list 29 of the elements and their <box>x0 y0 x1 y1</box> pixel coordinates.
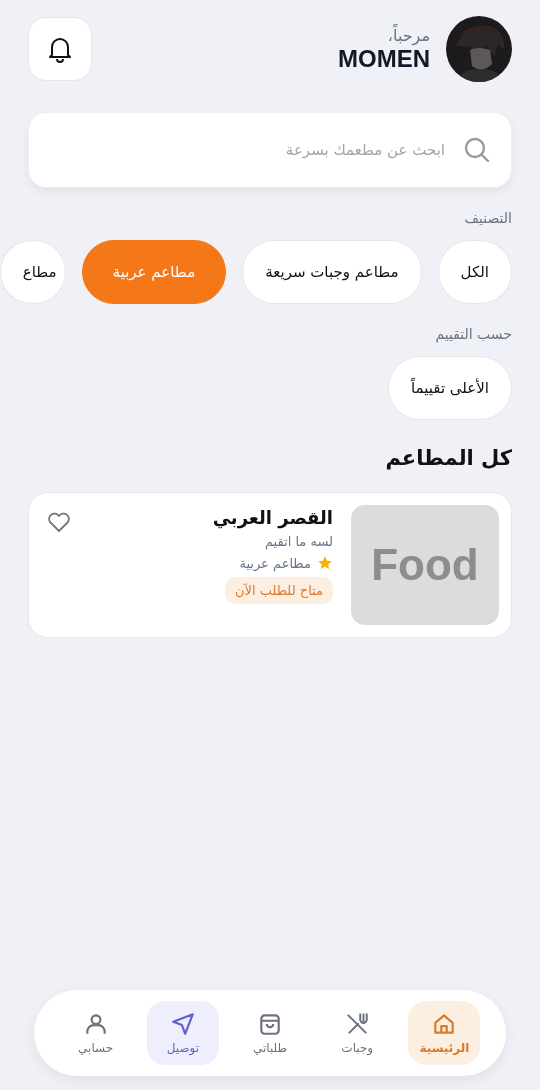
section-label: حسب التقييم <box>434 326 512 342</box>
category-chip[interactable]: مطاعم عربية <box>81 240 227 304</box>
image-placeholder: Food <box>351 505 499 625</box>
nav-item[interactable]: وجبات <box>321 1001 394 1065</box>
navigation-arrow-icon <box>169 1011 196 1037</box>
greeting-text: مرحباً، <box>387 25 430 45</box>
fork-knife-icon <box>344 1011 371 1037</box>
search-icon <box>463 136 491 164</box>
heart-icon[interactable] <box>47 511 71 533</box>
search-field[interactable]: ابحث عن مطعمك بسرعة <box>49 112 447 188</box>
availability-badge: متاح للطلب الآن <box>224 577 333 604</box>
nav-item[interactable]: طلباتي <box>234 1001 307 1065</box>
rating-chip[interactable]: الأعلى تقييماً <box>388 356 512 420</box>
search-bar[interactable]: ابحث عن مطعمك بسرعة <box>28 112 512 188</box>
nav-item[interactable]: توصيل <box>146 1001 219 1065</box>
category-chip[interactable]: الكل <box>437 240 512 304</box>
bell-icon <box>47 35 73 63</box>
section-label: التصنيف <box>463 210 512 226</box>
section-title: كل المطاعم <box>384 446 512 470</box>
category-chip[interactable]: مطاعم وجبات سريعة <box>242 240 422 304</box>
category-text: مطاعم عربية <box>239 555 311 571</box>
nav-item[interactable]: الرئيسية <box>408 1001 481 1065</box>
notification-button[interactable] <box>28 17 92 81</box>
nav-item[interactable]: حسابي <box>59 1001 132 1065</box>
category-chip[interactable]: مطاع <box>0 240 66 304</box>
user-name: MOMEN <box>338 44 430 73</box>
rating-text: لسه ما اتقيم <box>264 534 333 549</box>
star-icon <box>317 555 333 571</box>
restaurant-name: القصر العربي <box>212 507 333 528</box>
